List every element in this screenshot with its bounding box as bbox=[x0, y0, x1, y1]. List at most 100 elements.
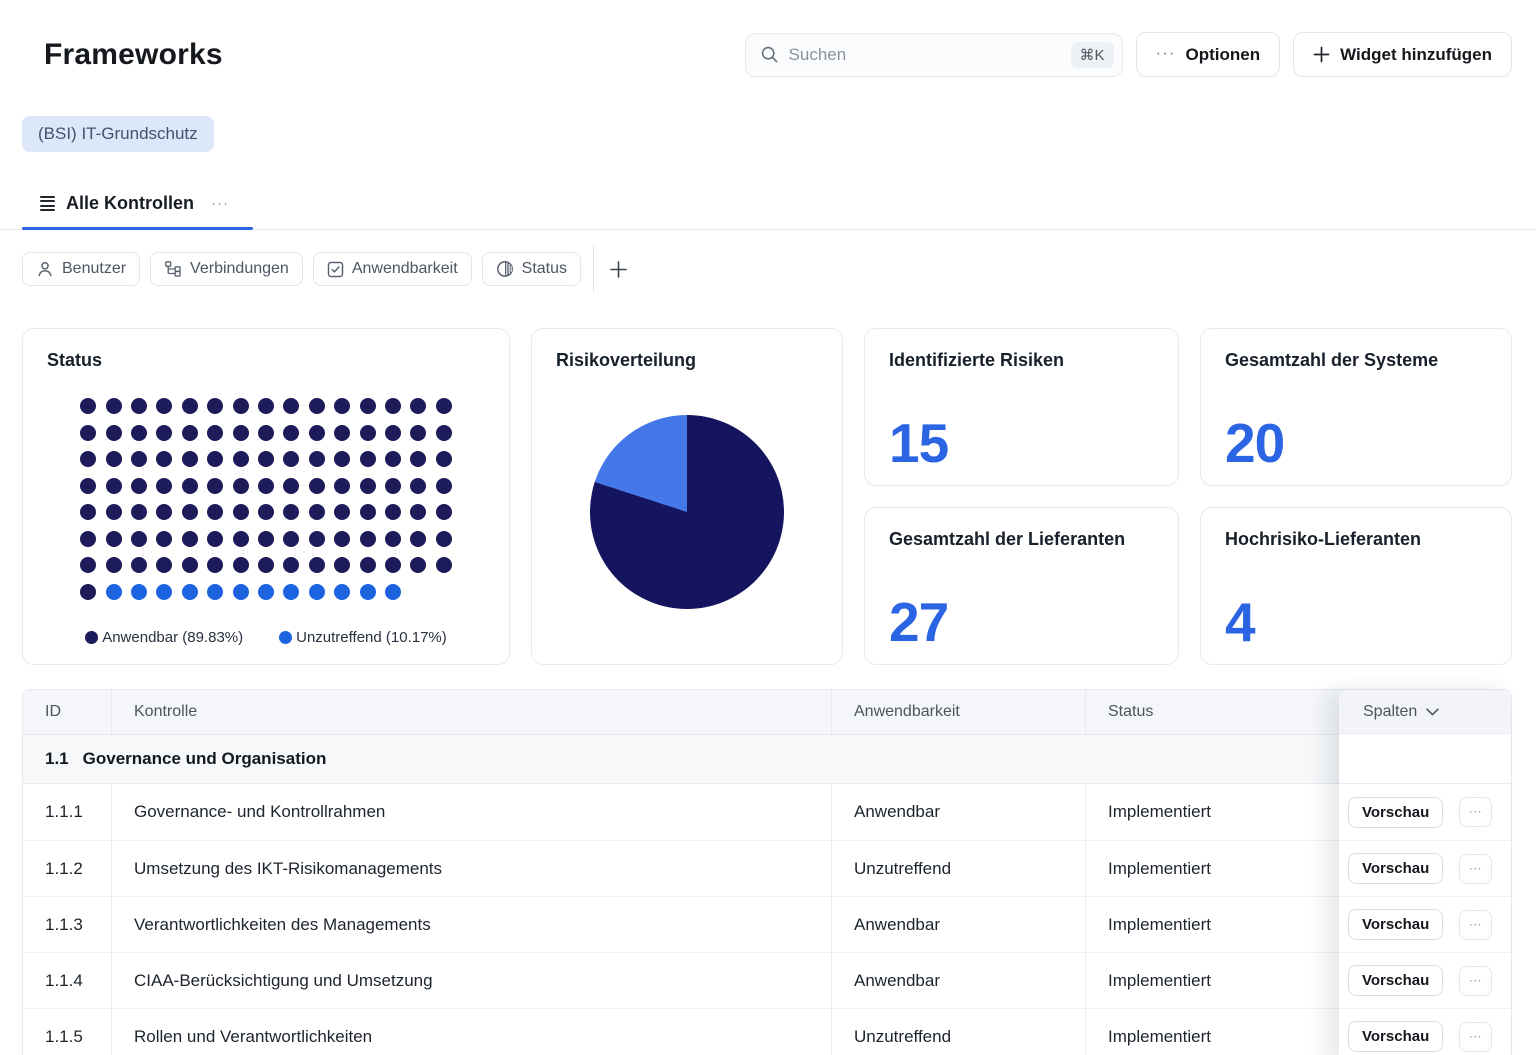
row-more-button[interactable]: ⋯ bbox=[1459, 966, 1492, 996]
stat-value: 15 bbox=[889, 416, 1154, 471]
status-legend: Anwendbar (89.83%) Unzutreffend (10.17%) bbox=[23, 629, 509, 646]
dot-anwendbar bbox=[106, 478, 122, 494]
add-widget-button-label: Widget hinzufügen bbox=[1340, 45, 1492, 65]
preview-button[interactable]: Vorschau bbox=[1348, 965, 1443, 996]
dot-anwendbar bbox=[182, 557, 198, 573]
row-more-button[interactable]: ⋯ bbox=[1459, 854, 1492, 884]
dot-anwendbar bbox=[80, 478, 96, 494]
top-bar: Frameworks ⌘K ··· Optionen Widget hinzuf… bbox=[0, 0, 1536, 77]
columns-menu-label: Spalten bbox=[1363, 703, 1417, 721]
dot-anwendbar bbox=[360, 398, 376, 414]
dot-anwendbar bbox=[80, 531, 96, 547]
search-shortcut-badge: ⌘K bbox=[1071, 42, 1114, 68]
dot-anwendbar bbox=[283, 478, 299, 494]
table-row[interactable]: 1.1.4 CIAA-Berücksichtigung und Umsetzun… bbox=[23, 952, 1511, 1008]
preview-button[interactable]: Vorschau bbox=[1348, 909, 1443, 940]
row-control: Umsetzung des IKT-Risikomanagements bbox=[111, 841, 831, 896]
dot-anwendbar bbox=[207, 557, 223, 573]
filter-anwendbarkeit[interactable]: Anwendbarkeit bbox=[313, 252, 472, 286]
table-header: ID Kontrolle Anwendbarkeit Status bbox=[23, 690, 1511, 734]
tab-more-icon[interactable]: ··· bbox=[211, 195, 229, 212]
table-row[interactable]: 1.1.1 Governance- und Kontrollrahmen Anw… bbox=[23, 784, 1511, 840]
dot-anwendbar bbox=[436, 451, 452, 467]
dot-anwendbar bbox=[258, 451, 274, 467]
dot-anwendbar bbox=[283, 557, 299, 573]
column-header-anwendbarkeit[interactable]: Anwendbarkeit bbox=[831, 690, 1085, 734]
row-applicability: Anwendbar bbox=[831, 784, 1085, 840]
dot-unzutreffend bbox=[131, 584, 147, 600]
dot-anwendbar bbox=[233, 451, 249, 467]
dot-anwendbar bbox=[309, 478, 325, 494]
row-control: CIAA-Berücksichtigung und Umsetzung bbox=[111, 953, 831, 1008]
dot-anwendbar bbox=[410, 451, 426, 467]
add-filter-button[interactable] bbox=[600, 251, 636, 287]
dot-anwendbar bbox=[233, 478, 249, 494]
row-id: 1.1.1 bbox=[23, 784, 111, 840]
row-more-button[interactable]: ⋯ bbox=[1459, 910, 1492, 940]
dot-anwendbar bbox=[258, 504, 274, 520]
row-more-button[interactable]: ⋯ bbox=[1459, 797, 1492, 827]
filter-divider bbox=[593, 246, 594, 292]
dot-anwendbar bbox=[283, 531, 299, 547]
stat-label: Gesamtzahl der Systeme bbox=[1225, 350, 1487, 371]
dot-anwendbar bbox=[283, 504, 299, 520]
row-actions: Vorschau ⋯ bbox=[1339, 952, 1511, 1008]
risk-pie-card: Risikoverteilung bbox=[531, 328, 843, 665]
dot-anwendbar bbox=[309, 557, 325, 573]
table-row[interactable]: 1.1.5 Rollen und Verantwortlichkeiten Un… bbox=[23, 1008, 1511, 1055]
dot-anwendbar bbox=[309, 398, 325, 414]
search-input[interactable] bbox=[789, 45, 1071, 65]
dot-anwendbar bbox=[334, 478, 350, 494]
dot-anwendbar bbox=[106, 425, 122, 441]
dot-anwendbar bbox=[258, 531, 274, 547]
row-control: Governance- und Kontrollrahmen bbox=[111, 784, 831, 840]
status-chart-card: Status Anwendbar (89.83%) Unzutreffend (… bbox=[22, 328, 510, 665]
dot-anwendbar bbox=[207, 451, 223, 467]
dot-anwendbar bbox=[233, 557, 249, 573]
dot-anwendbar bbox=[207, 531, 223, 547]
filter-anwendbarkeit-label: Anwendbarkeit bbox=[352, 260, 458, 278]
dot-anwendbar bbox=[156, 398, 172, 414]
dot-anwendbar bbox=[131, 478, 147, 494]
options-button[interactable]: ··· Optionen bbox=[1136, 32, 1281, 77]
dot-anwendbar bbox=[385, 504, 401, 520]
column-header-id[interactable]: ID bbox=[23, 690, 111, 734]
preview-button[interactable]: Vorschau bbox=[1348, 1021, 1443, 1052]
tab-alle-kontrollen[interactable]: Alle Kontrollen ··· bbox=[22, 193, 253, 229]
add-widget-button[interactable]: Widget hinzufügen bbox=[1293, 32, 1512, 77]
row-id: 1.1.5 bbox=[23, 1009, 111, 1055]
search-box[interactable]: ⌘K bbox=[745, 33, 1123, 77]
dot-anwendbar bbox=[436, 398, 452, 414]
dot-anwendbar bbox=[385, 478, 401, 494]
filter-benutzer-label: Benutzer bbox=[62, 260, 126, 278]
filter-status[interactable]: Status bbox=[482, 252, 581, 286]
filter-verbindungen[interactable]: Verbindungen bbox=[150, 252, 303, 286]
stat-column-2: Gesamtzahl der Systeme 20 Hochrisiko-Lie… bbox=[1200, 328, 1512, 665]
ellipsis-icon: ··· bbox=[1156, 43, 1176, 63]
table-row[interactable]: 1.1.2 Umsetzung des IKT-Risikomanagement… bbox=[23, 840, 1511, 896]
column-header-kontrolle[interactable]: Kontrolle bbox=[111, 690, 831, 734]
controls-table: ID Kontrolle Anwendbarkeit Status 1.1 Go… bbox=[22, 689, 1512, 1055]
list-icon bbox=[40, 196, 55, 211]
row-control: Verantwortlichkeiten des Managements bbox=[111, 897, 831, 952]
stat-card-hochrisiko-lieferanten: Hochrisiko-Lieferanten 4 bbox=[1200, 507, 1512, 665]
columns-menu-button[interactable]: Spalten bbox=[1339, 690, 1511, 734]
row-applicability: Unzutreffend bbox=[831, 1009, 1085, 1055]
preview-button[interactable]: Vorschau bbox=[1348, 853, 1443, 884]
framework-chip[interactable]: (BSI) IT-Grundschutz bbox=[22, 116, 214, 152]
table-row[interactable]: 1.1.3 Verantwortlichkeiten des Managemen… bbox=[23, 896, 1511, 952]
dot-anwendbar bbox=[233, 504, 249, 520]
filter-benutzer[interactable]: Benutzer bbox=[22, 252, 140, 286]
dot-anwendbar bbox=[156, 425, 172, 441]
section-row[interactable]: 1.1 Governance und Organisation bbox=[23, 734, 1511, 784]
row-more-button[interactable]: ⋯ bbox=[1459, 1022, 1492, 1052]
dot-anwendbar bbox=[410, 531, 426, 547]
top-bar-actions: ⌘K ··· Optionen Widget hinzufügen bbox=[745, 32, 1512, 77]
page-title: Frameworks bbox=[44, 38, 223, 72]
status-chart-title: Status bbox=[23, 329, 509, 371]
dot-anwendbar bbox=[131, 531, 147, 547]
dot-anwendbar bbox=[436, 504, 452, 520]
dot-anwendbar bbox=[156, 451, 172, 467]
dot-anwendbar bbox=[385, 425, 401, 441]
preview-button[interactable]: Vorschau bbox=[1348, 797, 1443, 828]
